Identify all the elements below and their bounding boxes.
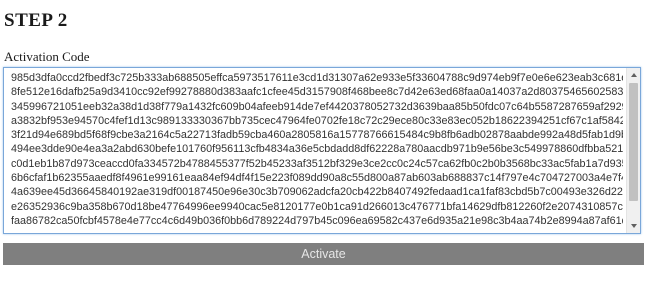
step-title: STEP 2 [4, 10, 68, 31]
activation-code-text[interactable]: 985d3dfa0ccd2fbedf3c725b333ab688505effca… [11, 71, 623, 228]
scroll-down-arrow-icon[interactable] [627, 219, 640, 233]
activate-button[interactable]: Activate [3, 243, 644, 265]
scroll-thumb[interactable] [629, 83, 638, 201]
activation-code-textarea[interactable]: 985d3dfa0ccd2fbedf3c725b333ab688505effca… [3, 67, 641, 234]
textarea-scrollbar[interactable] [626, 68, 640, 233]
activation-code-label: Activation Code [4, 49, 90, 64]
scroll-up-arrow-icon[interactable] [627, 68, 640, 82]
